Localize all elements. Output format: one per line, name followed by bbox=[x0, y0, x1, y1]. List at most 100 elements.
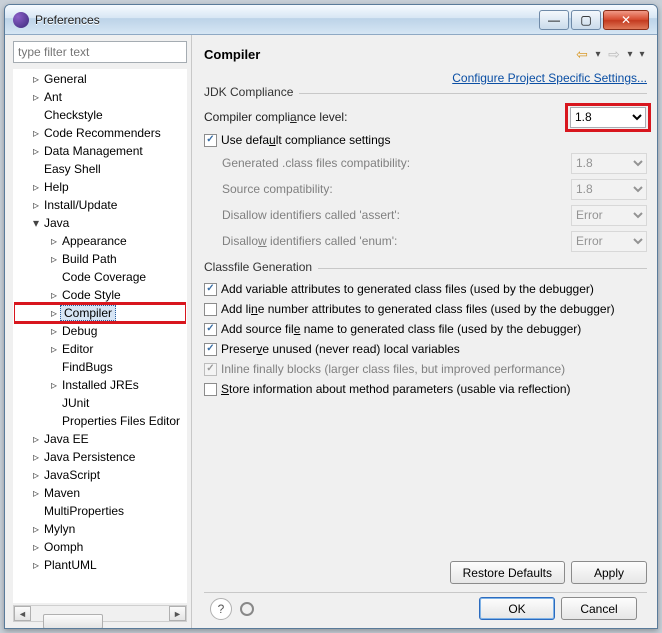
tree-item-ant[interactable]: ▹Ant bbox=[14, 88, 186, 106]
jdk-legend: JDK Compliance bbox=[204, 85, 299, 99]
preferences-window: Preferences — ▢ ✕ ▹General▹Ant Checkstyle… bbox=[4, 4, 658, 629]
scroll-right-icon[interactable]: ► bbox=[169, 606, 186, 621]
tree-item-checkstyle[interactable]: Checkstyle bbox=[14, 106, 186, 124]
gen-class-select: 1.8 bbox=[571, 153, 647, 174]
tree-item-code-coverage[interactable]: Code Coverage bbox=[14, 268, 186, 286]
tree-item-label: Maven bbox=[42, 486, 82, 500]
caret-closed-icon[interactable]: ▹ bbox=[30, 558, 42, 572]
tree-item-java-persistence[interactable]: ▹Java Persistence bbox=[14, 448, 186, 466]
tree-item-label: Appearance bbox=[60, 234, 129, 248]
ok-button[interactable]: OK bbox=[479, 597, 555, 620]
tree-item-properties-files-editor[interactable]: Properties Files Editor bbox=[14, 412, 186, 430]
caret-closed-icon[interactable]: ▹ bbox=[48, 324, 60, 338]
caret-closed-icon[interactable]: ▹ bbox=[30, 72, 42, 86]
preserve-label: Preserve unused (never read) local varia… bbox=[221, 342, 460, 356]
tree-item-help[interactable]: ▹Help bbox=[14, 178, 186, 196]
cancel-button[interactable]: Cancel bbox=[561, 597, 637, 620]
use-default-checkbox[interactable]: ✓ bbox=[204, 134, 217, 147]
store-checkbox[interactable] bbox=[204, 383, 217, 396]
close-button[interactable]: ✕ bbox=[603, 10, 649, 30]
tree-item-install-update[interactable]: ▹Install/Update bbox=[14, 196, 186, 214]
nav-back-menu-icon[interactable]: ▾ bbox=[593, 45, 603, 63]
tree-item-label: Code Style bbox=[60, 288, 123, 302]
caret-closed-icon[interactable]: ▹ bbox=[30, 144, 42, 158]
caret-closed-icon[interactable]: ▹ bbox=[30, 126, 42, 140]
caret-closed-icon[interactable]: ▹ bbox=[30, 522, 42, 536]
nav-back-icon[interactable]: ⇦ bbox=[573, 45, 591, 63]
gen-class-label: Generated .class files compatibility: bbox=[222, 156, 565, 170]
apply-button[interactable]: Apply bbox=[571, 561, 647, 584]
caret-closed-icon[interactable]: ▹ bbox=[30, 540, 42, 554]
caret-closed-icon[interactable]: ▹ bbox=[48, 378, 60, 392]
caret-closed-icon[interactable]: ▹ bbox=[30, 180, 42, 194]
page-menu-icon[interactable]: ▾ bbox=[637, 45, 647, 63]
tree-item-general[interactable]: ▹General bbox=[14, 70, 186, 88]
minimize-button[interactable]: — bbox=[539, 10, 569, 30]
tree-item-java-ee[interactable]: ▹Java EE bbox=[14, 430, 186, 448]
tree-item-code-recommenders[interactable]: ▹Code Recommenders bbox=[14, 124, 186, 142]
nav-forward-menu-icon[interactable]: ▾ bbox=[625, 45, 635, 63]
tree-item-label: MultiProperties bbox=[42, 504, 126, 518]
configure-project-link[interactable]: Configure Project Specific Settings... bbox=[452, 71, 647, 85]
tree-item-label: Java Persistence bbox=[42, 450, 137, 464]
tree-item-label: Oomph bbox=[42, 540, 85, 554]
caret-closed-icon[interactable]: ▹ bbox=[30, 90, 42, 104]
caret-closed-icon[interactable]: ▹ bbox=[30, 450, 42, 464]
horizontal-scrollbar[interactable]: ◄ ► bbox=[13, 605, 187, 622]
tree-item-label: Debug bbox=[60, 324, 99, 338]
tree-item-plantuml[interactable]: ▹PlantUML bbox=[14, 556, 186, 574]
compliance-level-label: Compiler compliance level: bbox=[204, 110, 563, 124]
caret-closed-icon[interactable]: ▹ bbox=[48, 288, 60, 302]
caret-closed-icon[interactable]: ▹ bbox=[48, 306, 60, 320]
scroll-left-icon[interactable]: ◄ bbox=[14, 606, 31, 621]
tree-item-compiler[interactable]: ▹Compiler bbox=[14, 304, 186, 322]
tree-item-editor[interactable]: ▹Editor bbox=[14, 340, 186, 358]
compliance-level-highlight: 1.8 bbox=[569, 107, 647, 128]
maximize-button[interactable]: ▢ bbox=[571, 10, 601, 30]
tree-item-label: Editor bbox=[60, 342, 95, 356]
preserve-checkbox[interactable]: ✓ bbox=[204, 343, 217, 356]
tree-item-junit[interactable]: JUnit bbox=[14, 394, 186, 412]
tree-item-debug[interactable]: ▹Debug bbox=[14, 322, 186, 340]
add-line-checkbox[interactable] bbox=[204, 303, 217, 316]
add-line-label: Add line number attributes to generated … bbox=[221, 302, 615, 316]
add-var-checkbox[interactable]: ✓ bbox=[204, 283, 217, 296]
tree-item-mylyn[interactable]: ▹Mylyn bbox=[14, 520, 186, 538]
tree-item-code-style[interactable]: ▹Code Style bbox=[14, 286, 186, 304]
caret-closed-icon[interactable]: ▹ bbox=[48, 342, 60, 356]
caret-closed-icon[interactable]: ▹ bbox=[48, 252, 60, 266]
caret-closed-icon[interactable]: ▹ bbox=[30, 198, 42, 212]
tree-item-oomph[interactable]: ▹Oomph bbox=[14, 538, 186, 556]
tree-item-label: Java EE bbox=[42, 432, 91, 446]
tree-item-installed-jres[interactable]: ▹Installed JREs bbox=[14, 376, 186, 394]
tree-item-data-management[interactable]: ▹Data Management bbox=[14, 142, 186, 160]
caret-closed-icon[interactable]: ▹ bbox=[30, 432, 42, 446]
sidebar: ▹General▹Ant Checkstyle ▹Code Recommenders… bbox=[5, 35, 192, 628]
tree-item-java[interactable]: ▾Java bbox=[14, 214, 186, 232]
tree-item-maven[interactable]: ▹Maven bbox=[14, 484, 186, 502]
restore-defaults-button[interactable]: Restore Defaults bbox=[450, 561, 565, 584]
caret-closed-icon[interactable]: ▹ bbox=[30, 468, 42, 482]
tree-item-multiproperties[interactable]: MultiProperties bbox=[14, 502, 186, 520]
nav-forward-icon: ⇨ bbox=[605, 45, 623, 63]
tree-item-label: Checkstyle bbox=[42, 108, 105, 122]
tree-item-appearance[interactable]: ▹Appearance bbox=[14, 232, 186, 250]
tree-item-build-path[interactable]: ▹Build Path bbox=[14, 250, 186, 268]
tree-item-label: Easy Shell bbox=[42, 162, 103, 176]
caret-closed-icon[interactable]: ▹ bbox=[30, 486, 42, 500]
preferences-tree[interactable]: ▹General▹Ant Checkstyle ▹Code Recommenders… bbox=[13, 69, 187, 603]
compliance-level-select[interactable]: 1.8 bbox=[570, 107, 646, 128]
scroll-thumb[interactable] bbox=[43, 614, 103, 629]
tree-item-easy-shell[interactable]: Easy Shell bbox=[14, 160, 186, 178]
caret-closed-icon[interactable]: ▹ bbox=[48, 234, 60, 248]
disallow-assert-label: Disallow identifiers called 'assert': bbox=[222, 208, 565, 222]
help-icon[interactable]: ? bbox=[210, 598, 232, 620]
tree-item-label: Java bbox=[42, 216, 71, 230]
add-src-checkbox[interactable]: ✓ bbox=[204, 323, 217, 336]
tree-item-findbugs[interactable]: FindBugs bbox=[14, 358, 186, 376]
tree-item-javascript[interactable]: ▹JavaScript bbox=[14, 466, 186, 484]
caret-open-icon[interactable]: ▾ bbox=[30, 216, 42, 230]
filter-input[interactable] bbox=[13, 41, 187, 63]
title-bar[interactable]: Preferences — ▢ ✕ bbox=[5, 5, 657, 35]
disallow-enum-select: Error bbox=[571, 231, 647, 252]
